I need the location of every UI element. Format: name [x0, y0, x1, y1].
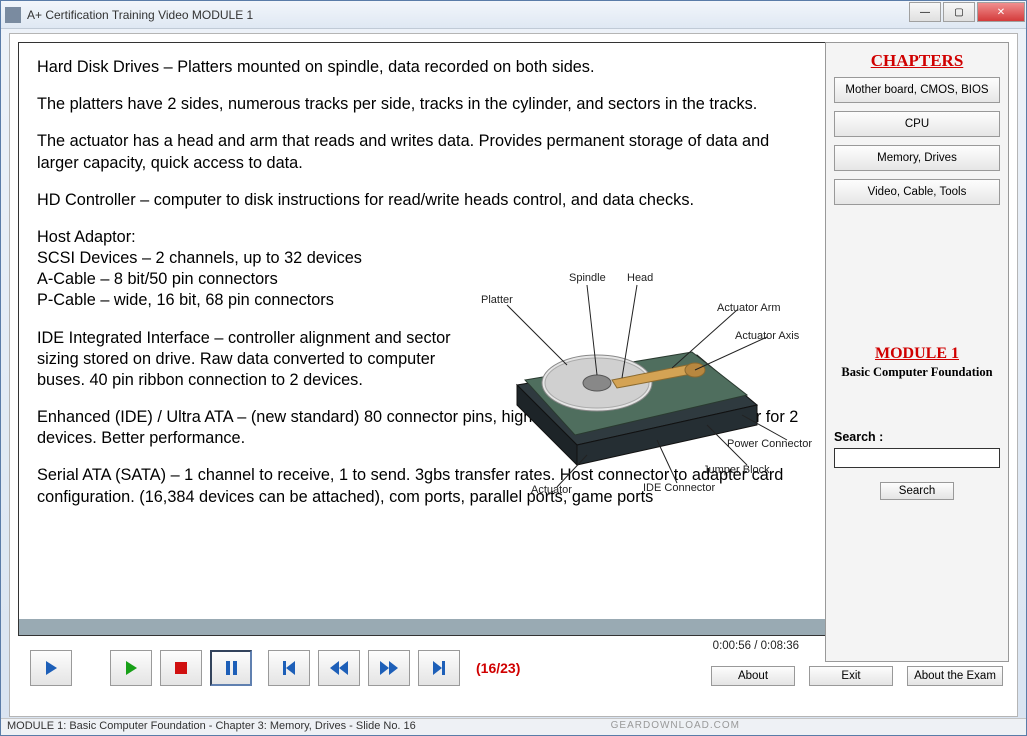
- slide-text: HD Controller – computer to disk instruc…: [37, 190, 807, 211]
- chapter-btn-cpu[interactable]: CPU: [834, 111, 1000, 137]
- last-icon: [433, 661, 445, 675]
- hdd-diagram: Platter Spindle Head Actuator Arm Actuat…: [447, 265, 807, 495]
- slide-text: The actuator has a head and arm that rea…: [37, 131, 807, 173]
- search-button[interactable]: Search: [880, 482, 954, 500]
- slide-text: A-Cable – 8 bit/50 pin connectors: [37, 269, 467, 290]
- slide-text: SCSI Devices – 2 channels, up to 32 devi…: [37, 248, 467, 269]
- close-button[interactable]: ✕: [977, 2, 1025, 22]
- slide-text: IDE Integrated Interface – controller al…: [37, 328, 467, 392]
- slide-footer-bar: [19, 619, 825, 635]
- play-icon: [46, 661, 57, 675]
- about-button[interactable]: About: [711, 666, 795, 686]
- chapter-btn-motherboard[interactable]: Mother board, CMOS, BIOS: [834, 77, 1000, 103]
- diagram-label-platter: Platter: [481, 293, 513, 307]
- maximize-button[interactable]: ▢: [943, 2, 975, 22]
- chapter-btn-video[interactable]: Video, Cable, Tools: [834, 179, 1000, 205]
- slide-text: Hard Disk Drives – Platters mounted on s…: [37, 57, 807, 78]
- slide-text: Host Adaptor:: [37, 227, 467, 248]
- main-area: Hard Disk Drives – Platters mounted on s…: [18, 42, 826, 662]
- rewind-button[interactable]: [318, 650, 360, 686]
- play-slide-button[interactable]: [110, 650, 152, 686]
- watermark: GEARDOWNLOAD.COM: [611, 720, 740, 734]
- diagram-label-jumper-block: Jumper Block: [703, 463, 770, 477]
- diagram-label-actuator-arm: Actuator Arm: [717, 301, 781, 315]
- diagram-label-spindle: Spindle: [569, 271, 606, 285]
- module-heading: MODULE 1: [834, 345, 1000, 363]
- stop-icon: [175, 662, 187, 674]
- slide-text: The platters have 2 sides, numerous trac…: [37, 94, 807, 115]
- search-input[interactable]: [834, 448, 1000, 468]
- bottom-buttons: About Exit About the Exam: [711, 666, 1003, 686]
- chapters-heading: CHAPTERS: [834, 51, 1000, 71]
- first-button[interactable]: [268, 650, 310, 686]
- status-text: MODULE 1: Basic Computer Foundation - Ch…: [7, 720, 416, 734]
- titlebar: A+ Certification Training Video MODULE 1: [1, 1, 1026, 29]
- pause-icon: [226, 661, 237, 675]
- slide-text: P-Cable – wide, 16 bit, 68 pin connector…: [37, 290, 467, 311]
- time-display: 0:00:56 / 0:08:36: [713, 640, 799, 652]
- about-exam-button[interactable]: About the Exam: [907, 666, 1003, 686]
- last-button[interactable]: [418, 650, 460, 686]
- forward-button[interactable]: [368, 650, 410, 686]
- search-label: Search :: [834, 430, 1000, 444]
- play-slide-icon: [126, 661, 137, 675]
- pause-button[interactable]: [210, 650, 252, 686]
- slide-counter: (16/23): [476, 660, 520, 676]
- first-icon: [283, 661, 295, 675]
- exit-button[interactable]: Exit: [809, 666, 893, 686]
- stop-button[interactable]: [160, 650, 202, 686]
- rewind-icon: [330, 661, 348, 675]
- slide: Hard Disk Drives – Platters mounted on s…: [18, 42, 826, 636]
- module-subtitle: Basic Computer Foundation: [834, 365, 1000, 380]
- diagram-label-ide-connector: IDE Connector: [643, 481, 715, 495]
- diagram-label-actuator: Actuator: [531, 483, 572, 497]
- app-window: A+ Certification Training Video MODULE 1…: [0, 0, 1027, 736]
- diagram-label-actuator-axis: Actuator Axis: [735, 329, 799, 343]
- window-controls: — ▢ ✕: [907, 2, 1025, 22]
- content-area: Hard Disk Drives – Platters mounted on s…: [9, 33, 1018, 717]
- diagram-label-power-connector: Power Connector: [727, 437, 812, 451]
- play-button[interactable]: [30, 650, 72, 686]
- forward-icon: [380, 661, 398, 675]
- sidebar: CHAPTERS Mother board, CMOS, BIOS CPU Me…: [825, 42, 1009, 662]
- chapter-btn-memory[interactable]: Memory, Drives: [834, 145, 1000, 171]
- minimize-button[interactable]: —: [909, 2, 941, 22]
- diagram-label-head: Head: [627, 271, 653, 285]
- window-title: A+ Certification Training Video MODULE 1: [27, 8, 253, 22]
- playback-controls: (16/23): [30, 650, 520, 686]
- app-icon: [5, 7, 21, 23]
- statusbar: MODULE 1: Basic Computer Foundation - Ch…: [1, 718, 1026, 735]
